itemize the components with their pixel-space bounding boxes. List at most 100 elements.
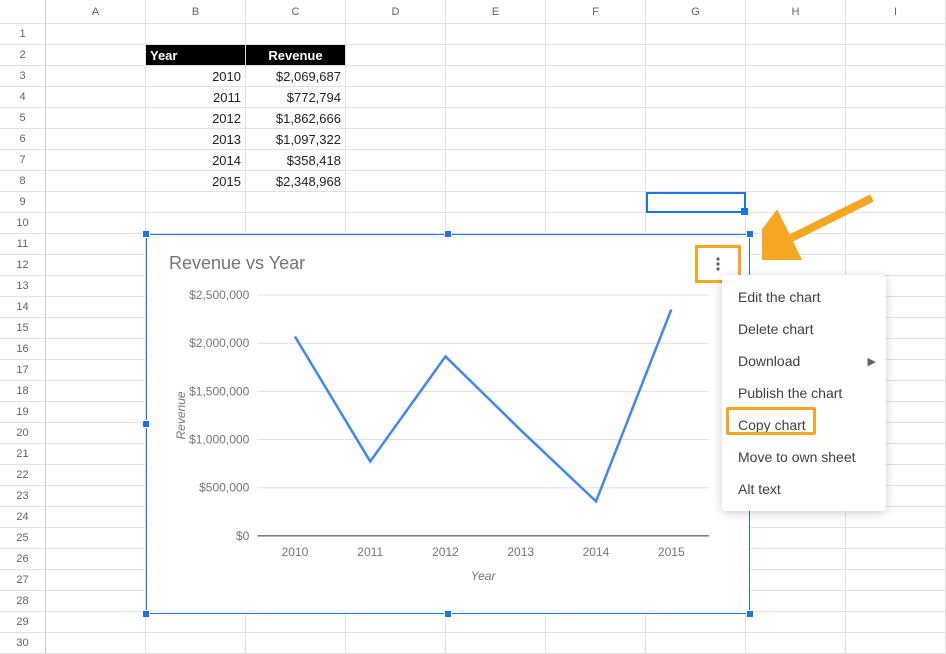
cell[interactable]	[246, 24, 346, 44]
resize-handle[interactable]	[142, 230, 150, 238]
cell[interactable]	[46, 486, 146, 506]
cell[interactable]	[46, 66, 146, 86]
cell[interactable]	[646, 66, 746, 86]
cell[interactable]	[346, 612, 446, 632]
cell[interactable]: $772,794	[246, 87, 346, 107]
menu-delete-chart[interactable]: Delete chart	[722, 313, 886, 345]
cell[interactable]	[546, 150, 646, 170]
row-header[interactable]: 2	[0, 45, 46, 65]
cell[interactable]	[746, 45, 846, 65]
cell[interactable]	[46, 444, 146, 464]
cell[interactable]	[346, 45, 446, 65]
row-header[interactable]: 5	[0, 108, 46, 128]
cell[interactable]: Year	[146, 45, 246, 65]
cell[interactable]	[46, 297, 146, 317]
cell[interactable]	[746, 192, 846, 212]
cell[interactable]	[846, 108, 946, 128]
row-header[interactable]: 16	[0, 339, 46, 359]
cell[interactable]	[46, 507, 146, 527]
row-header[interactable]: 17	[0, 360, 46, 380]
menu-edit-chart[interactable]: Edit the chart	[722, 281, 886, 313]
cell[interactable]	[46, 423, 146, 443]
row-header[interactable]: 20	[0, 423, 46, 443]
cell[interactable]	[846, 528, 946, 548]
row-header[interactable]: 27	[0, 570, 46, 590]
cell[interactable]	[46, 45, 146, 65]
cell[interactable]	[846, 24, 946, 44]
cell[interactable]	[46, 234, 146, 254]
cell[interactable]	[46, 591, 146, 611]
cell[interactable]	[446, 213, 546, 233]
cell[interactable]	[246, 633, 346, 653]
cell[interactable]	[246, 612, 346, 632]
row-header[interactable]: 25	[0, 528, 46, 548]
row-header[interactable]: 3	[0, 66, 46, 86]
cell[interactable]	[446, 192, 546, 212]
cell[interactable]	[746, 213, 846, 233]
col-header-A[interactable]: A	[46, 0, 146, 23]
cell[interactable]	[646, 612, 746, 632]
resize-handle[interactable]	[444, 230, 452, 238]
cell[interactable]	[146, 24, 246, 44]
row-header[interactable]: 24	[0, 507, 46, 527]
row-header[interactable]: 7	[0, 150, 46, 170]
cell[interactable]	[346, 171, 446, 191]
cell[interactable]	[646, 192, 746, 212]
cell[interactable]: 2015	[146, 171, 246, 191]
cell[interactable]	[846, 45, 946, 65]
cell[interactable]	[46, 633, 146, 653]
cell[interactable]	[546, 213, 646, 233]
resize-handle[interactable]	[746, 610, 754, 618]
cell[interactable]	[46, 318, 146, 338]
cell[interactable]	[546, 633, 646, 653]
cell[interactable]	[746, 108, 846, 128]
cell[interactable]	[246, 213, 346, 233]
menu-publish-chart[interactable]: Publish the chart	[722, 377, 886, 409]
cell[interactable]	[646, 87, 746, 107]
cell[interactable]	[346, 150, 446, 170]
cell[interactable]	[46, 549, 146, 569]
cell[interactable]	[546, 66, 646, 86]
cell[interactable]: 2012	[146, 108, 246, 128]
cell[interactable]	[846, 192, 946, 212]
cell[interactable]	[746, 234, 846, 254]
cell[interactable]	[846, 570, 946, 590]
cell[interactable]: 2010	[146, 66, 246, 86]
col-header-I[interactable]: I	[846, 0, 946, 23]
cell[interactable]	[846, 171, 946, 191]
cell[interactable]	[546, 87, 646, 107]
cell[interactable]	[446, 45, 546, 65]
menu-download[interactable]: Download ▶	[722, 345, 886, 377]
row-header[interactable]: 30	[0, 633, 46, 653]
cell[interactable]	[346, 108, 446, 128]
cell[interactable]	[46, 24, 146, 44]
cell[interactable]	[446, 612, 546, 632]
row-header[interactable]: 1	[0, 24, 46, 44]
cell[interactable]: 2014	[146, 150, 246, 170]
cell[interactable]: $2,348,968	[246, 171, 346, 191]
cell[interactable]	[646, 171, 746, 191]
cell[interactable]	[46, 87, 146, 107]
col-header-G[interactable]: G	[646, 0, 746, 23]
cell[interactable]	[446, 66, 546, 86]
menu-alt-text[interactable]: Alt text	[722, 473, 886, 505]
cell[interactable]	[446, 108, 546, 128]
cell[interactable]	[346, 87, 446, 107]
col-header-B[interactable]: B	[146, 0, 246, 23]
chart-embed[interactable]: Revenue vs Year $0$500,000$1,000,000$1,5…	[146, 234, 750, 614]
resize-handle[interactable]	[444, 610, 452, 618]
cell[interactable]	[846, 129, 946, 149]
cell[interactable]	[746, 570, 846, 590]
menu-move-own-sheet[interactable]: Move to own sheet	[722, 441, 886, 473]
row-header[interactable]: 11	[0, 234, 46, 254]
cell[interactable]	[646, 213, 746, 233]
cell[interactable]	[546, 171, 646, 191]
row-header[interactable]: 12	[0, 255, 46, 275]
cell[interactable]	[346, 213, 446, 233]
cell[interactable]	[46, 171, 146, 191]
cell[interactable]	[346, 633, 446, 653]
row-header[interactable]: 26	[0, 549, 46, 569]
cell[interactable]	[46, 528, 146, 548]
resize-handle[interactable]	[746, 230, 754, 238]
cell[interactable]	[146, 612, 246, 632]
